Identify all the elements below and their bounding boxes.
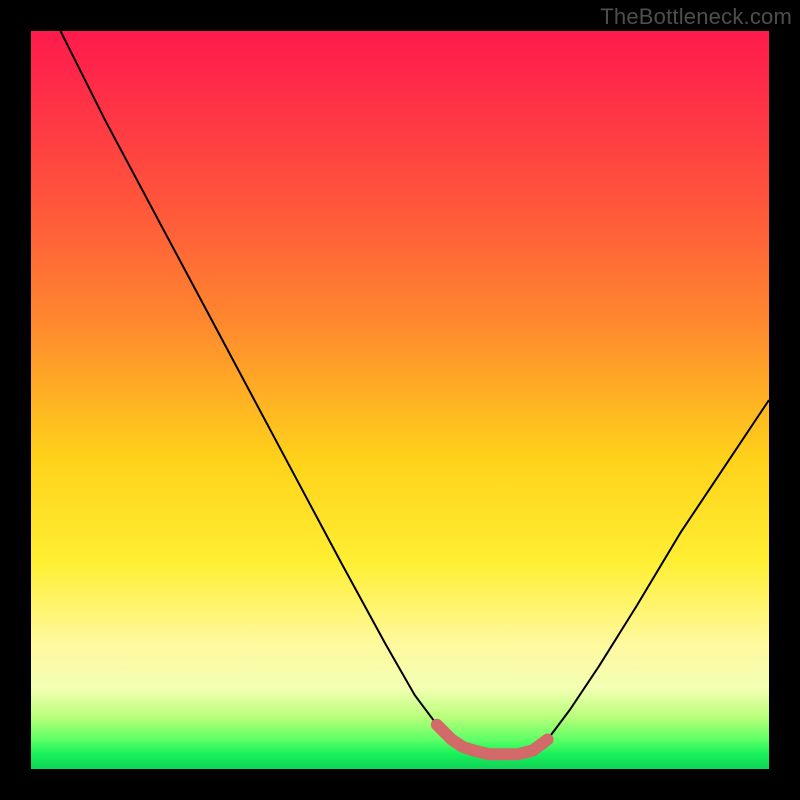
optimal-zone-highlight — [437, 725, 548, 755]
chart-frame: TheBottleneck.com — [0, 0, 800, 800]
bottleneck-curve-svg — [31, 31, 769, 769]
series-right-branch — [518, 400, 769, 754]
series-left-branch — [61, 31, 519, 754]
watermark-label: TheBottleneck.com — [600, 4, 792, 30]
plot-area — [31, 31, 769, 769]
